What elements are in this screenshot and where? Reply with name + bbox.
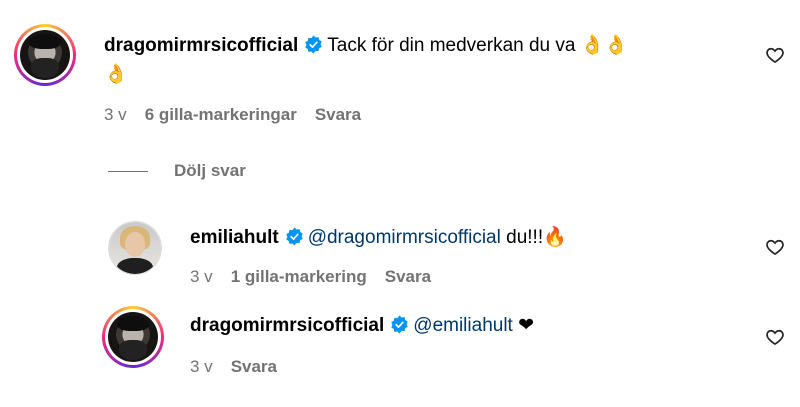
reply-meta: 3 v Svara — [190, 356, 295, 378]
likes-count-link[interactable]: 1 gilla-markering — [231, 267, 367, 286]
timestamp: 3 v — [190, 267, 213, 286]
reply-text: ❤ — [518, 315, 535, 336]
divider-line — [108, 171, 148, 172]
verified-badge-icon — [305, 35, 322, 54]
mention-link[interactable]: @emiliahult — [413, 315, 513, 336]
comment-text-continued: 👌 — [104, 64, 128, 85]
reply-button[interactable]: Svara — [315, 105, 361, 124]
timestamp: 3 v — [104, 105, 127, 124]
avatar[interactable] — [108, 221, 162, 275]
avatar[interactable] — [102, 306, 164, 368]
reply-text-line: emiliahult @dragomirmrsicofficial du!!!🔥 — [190, 225, 567, 251]
verified-badge-icon — [391, 315, 408, 334]
verified-badge-icon — [285, 227, 303, 246]
heart-icon[interactable] — [765, 327, 785, 347]
reply-text: du!!!🔥 — [506, 227, 567, 248]
comment-meta: 3 v 6 gilla-markeringar Svara — [104, 104, 379, 126]
username[interactable]: dragomirmrsicofficial — [190, 315, 384, 336]
likes-count-link[interactable]: 6 gilla-markeringar — [145, 105, 297, 124]
timestamp: 3 v — [190, 357, 213, 376]
reply-button[interactable]: Svara — [385, 267, 431, 286]
heart-icon[interactable] — [765, 45, 785, 65]
reply-text-line: dragomirmrsicofficial @emiliahult ❤ — [190, 313, 534, 339]
hide-replies-label[interactable]: Dölj svar — [174, 160, 246, 182]
heart-icon[interactable] — [765, 237, 785, 257]
comment-text: Tack för din medverkan du va 👌👌 — [327, 35, 629, 56]
mention-link[interactable]: @dragomirmrsicofficial — [308, 227, 501, 248]
avatar[interactable] — [14, 24, 76, 86]
reply-meta: 3 v 1 gilla-markering Svara — [190, 266, 449, 288]
username[interactable]: dragomirmrsicofficial — [104, 35, 298, 56]
reply-button[interactable]: Svara — [231, 357, 277, 376]
comment-text-line: dragomirmrsicofficial Tack för din medver… — [104, 33, 628, 59]
username[interactable]: emiliahult — [190, 227, 279, 248]
comment-text-line-2: 👌 — [104, 62, 128, 88]
